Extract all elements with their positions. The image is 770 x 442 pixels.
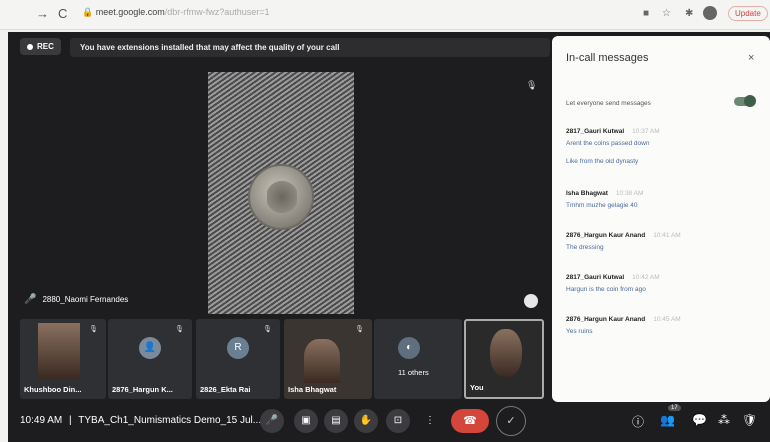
coin-image	[248, 164, 314, 230]
message-text: Tmhm muzhe gelagie 40	[566, 202, 638, 209]
message-text: Yes ruins	[566, 328, 593, 335]
host-controls-button[interactable]: 🛡	[742, 413, 757, 427]
more-options-button[interactable]: ⋮	[418, 409, 442, 433]
speaker-name: 2880_Naomi Fernandes	[42, 295, 129, 304]
mic-off-icon: 🎙	[175, 326, 184, 333]
avatar-initial: R	[227, 337, 249, 359]
message-time: 10:45 AM	[653, 316, 681, 323]
info-button[interactable]: ⓘ	[632, 413, 644, 430]
participant-tile[interactable]: 🎙 Khushboo Din...	[20, 319, 106, 399]
message-text: Arent the coins passed down	[566, 140, 650, 147]
separator: |	[69, 415, 72, 426]
captions-button[interactable]: ▤	[324, 409, 348, 433]
reload-button[interactable]: C	[58, 6, 67, 21]
close-icon[interactable]: ×	[748, 52, 754, 64]
self-video	[490, 329, 522, 377]
pin-button[interactable]	[524, 294, 538, 308]
back-button[interactable]: →	[36, 6, 49, 21]
in-call-messages-panel: In-call messages × Let everyone send mes…	[552, 36, 770, 402]
speaker-name-label: 🎤 2880_Naomi Fernandes	[24, 294, 128, 305]
mic-off-icon: 🎙	[355, 326, 364, 333]
message-sender: 2817_Gauri Kutwal 10:42 AM	[566, 274, 660, 281]
participant-video	[38, 323, 80, 379]
mic-off-icon: 🎙	[263, 326, 272, 333]
participant-name: Khushboo Din...	[24, 385, 82, 394]
people-count-badge: 17	[668, 405, 681, 411]
star-icon[interactable]: ☆	[662, 8, 671, 19]
extensions-warning-banner: You have extensions installed that may a…	[70, 38, 550, 57]
mic-off-icon: 🎙	[526, 80, 538, 90]
self-tile[interactable]: You	[464, 319, 544, 399]
browser-toolbar: → C 🔒 meet.google.com/dbr-rfmw-fwz?authu…	[0, 0, 770, 30]
participant-name: Isha Bhagwat	[288, 385, 337, 394]
mic-off-icon: 🎙	[89, 326, 98, 333]
meeting-info: 10:49 AM | TYBA_Ch1_Numismatics Demo_15 …	[20, 415, 261, 426]
record-dot-icon	[27, 43, 33, 50]
camera-indicator-icon[interactable]: ■	[643, 8, 649, 19]
message-sender: 2876_Hargun Kaur Anand 10:41 AM	[566, 232, 681, 239]
chat-title: In-call messages	[566, 52, 649, 64]
message-time: 10:37 AM	[632, 128, 660, 135]
lock-icon: 🔒	[82, 7, 96, 17]
participant-name: 2826_Ekta Rai	[200, 385, 251, 394]
message-sender: 2817_Gauri Kutwal 10:37 AM	[566, 128, 660, 135]
person-avatar-icon: 👤	[139, 337, 161, 359]
update-button[interactable]: Update	[728, 6, 768, 21]
participant-name: You	[470, 383, 484, 392]
profile-avatar[interactable]	[703, 6, 717, 20]
clock-time: 10:49 AM	[20, 415, 63, 426]
mic-icon: 🎤	[24, 294, 37, 305]
address-bar[interactable]: 🔒 meet.google.com/dbr-rfmw-fwz?authuser=…	[82, 7, 270, 18]
people-button[interactable]: 👥	[660, 413, 675, 427]
microphone-button[interactable]: 🎤	[260, 409, 284, 433]
camera-button[interactable]: ▣	[294, 409, 318, 433]
recording-badge: REC	[20, 38, 61, 55]
message-time: 10:41 AM	[653, 232, 681, 239]
message-sender: 2876_Hargun Kaur Anand 10:45 AM	[566, 316, 681, 323]
others-tile[interactable]: ◐ 11 others	[374, 319, 462, 399]
message-text: The dressing	[566, 244, 604, 251]
extensions-icon[interactable]: ✱	[685, 8, 693, 19]
meeting-name: TYBA_Ch1_Numismatics Demo_15 Jul...	[78, 415, 262, 426]
toggle-label: Let everyone send messages	[566, 100, 651, 107]
participant-video	[304, 339, 340, 383]
activities-button[interactable]: ⁂	[718, 413, 730, 427]
participant-name: 2876_Hargun K...	[112, 385, 173, 394]
participant-tile[interactable]: 🎙 Isha Bhagwat	[284, 319, 372, 399]
participant-tile[interactable]: R 🎙 2826_Ekta Rai	[196, 319, 280, 399]
message-time: 10:42 AM	[632, 274, 660, 281]
others-avatar-icon: ◐	[398, 337, 421, 359]
message-sender: Isha Bhagwat 10:38 AM	[566, 190, 644, 197]
present-button[interactable]: ⊡	[386, 409, 410, 433]
reaction-button[interactable]: ✓	[496, 406, 526, 436]
message-text: Hargun is the coin from ago	[566, 286, 646, 293]
end-call-button[interactable]: ☎	[451, 409, 489, 433]
meeting-controls-bar: 10:49 AM | TYBA_Ch1_Numismatics Demo_15 …	[8, 402, 770, 442]
message-time: 10:38 AM	[615, 190, 644, 197]
send-messages-toggle[interactable]	[734, 95, 756, 107]
participant-tile[interactable]: 👤 🎙 2876_Hargun K...	[108, 319, 192, 399]
rec-label: REC	[37, 42, 54, 51]
url-host: meet.google.com	[95, 7, 165, 17]
main-speaker-video[interactable]	[208, 72, 354, 314]
others-count: 11 others	[398, 368, 429, 377]
message-text: Like from the old dynasty	[566, 158, 639, 165]
chat-button[interactable]: 💬	[692, 413, 707, 427]
url-path: /dbr-rfmw-fwz?authuser=1	[164, 7, 270, 17]
raise-hand-button[interactable]: ✋	[354, 409, 378, 433]
